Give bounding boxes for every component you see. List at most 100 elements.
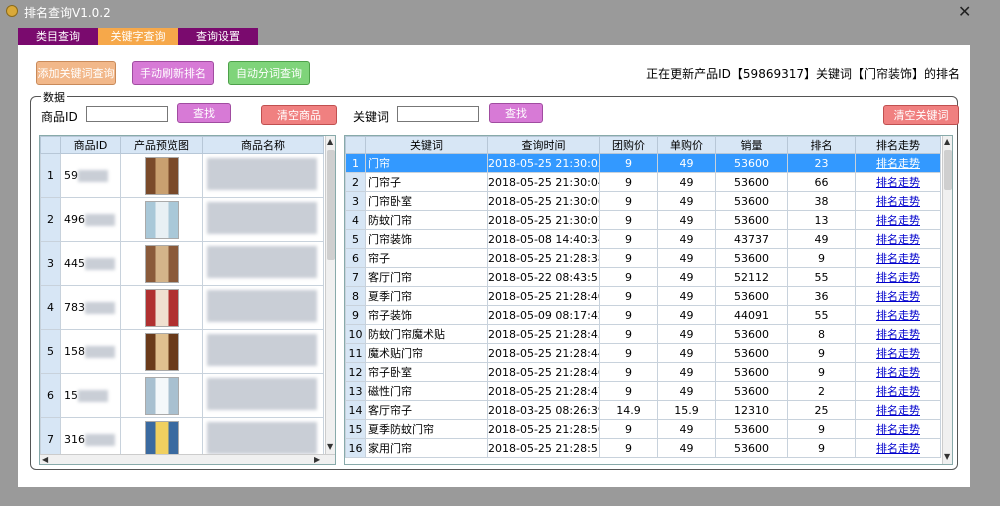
scroll-right-icon[interactable]: ▶ bbox=[314, 455, 320, 464]
rank-trend-link[interactable]: 排名走势 bbox=[876, 404, 920, 417]
rank-cell: 49 bbox=[787, 229, 856, 249]
clear-products-button[interactable]: 清空商品 bbox=[261, 105, 337, 125]
rank-trend-link[interactable]: 排名走势 bbox=[876, 328, 920, 341]
query-time-cell: 2018-05-25 21:28:38 bbox=[487, 248, 600, 268]
single-price-cell: 49 bbox=[657, 267, 716, 287]
group-price-cell: 9 bbox=[599, 438, 658, 458]
table-row[interactable]: 7 客厅门帘 2018-05-22 08:43:51 9 49 52112 55 排名走势 bbox=[345, 267, 941, 287]
single-price-cell: 49 bbox=[657, 324, 716, 344]
col-sales[interactable]: 销量 bbox=[715, 136, 788, 154]
table-row[interactable]: 1 59 bbox=[40, 153, 324, 198]
group-price-cell: 9 bbox=[599, 153, 658, 173]
query-time-cell: 2018-05-25 21:28:44 bbox=[487, 343, 600, 363]
rank-trend-link[interactable]: 排名走势 bbox=[876, 233, 920, 246]
clear-keywords-button[interactable]: 清空关键词 bbox=[883, 105, 959, 125]
manual-refresh-button[interactable]: 手动刷新排名 bbox=[132, 61, 214, 85]
scroll-up-icon[interactable]: ▲ bbox=[327, 137, 333, 146]
product-hscrollbar[interactable]: ◀ ▶ bbox=[40, 454, 335, 464]
table-row[interactable]: 3 445 bbox=[40, 241, 324, 286]
col-product-name[interactable]: 商品名称 bbox=[202, 136, 324, 154]
rank-trend-link[interactable]: 排名走势 bbox=[876, 252, 920, 265]
rank-cell: 55 bbox=[787, 305, 856, 325]
rank-trend-link[interactable]: 排名走势 bbox=[876, 423, 920, 436]
col-keyword[interactable]: 关键词 bbox=[365, 136, 488, 154]
sales-cell: 43737 bbox=[715, 229, 788, 249]
table-row[interactable]: 13 磁性门帘 2018-05-25 21:28:47 9 49 53600 2 排名走势 bbox=[345, 381, 941, 401]
close-icon[interactable]: ✕ bbox=[958, 2, 971, 21]
table-row[interactable]: 4 防蚊门帘 2018-05-25 21:30:07 9 49 53600 13 排名走势 bbox=[345, 210, 941, 230]
query-time-cell: 2018-05-25 21:30:04 bbox=[487, 172, 600, 192]
auto-split-query-button[interactable]: 自动分词查询 bbox=[228, 61, 310, 85]
product-id-cell: 496 bbox=[60, 197, 121, 242]
scroll-down-icon[interactable]: ▼ bbox=[327, 442, 333, 451]
product-grid: 商品ID 产品预览图 商品名称 1 59 2 496 3 445 4 783 5 158 6 15 7 3… bbox=[39, 135, 336, 465]
rank-trend-link[interactable]: 排名走势 bbox=[876, 176, 920, 189]
rank-trend-link[interactable]: 排名走势 bbox=[876, 309, 920, 322]
scroll-up-icon[interactable]: ▲ bbox=[944, 137, 950, 146]
row-number: 2 bbox=[40, 197, 61, 242]
row-number: 1 bbox=[40, 153, 61, 198]
table-row[interactable]: 10 防蚊门帘魔术贴 2018-05-25 21:28:43 9 49 53600 8 排名走… bbox=[345, 324, 941, 344]
rank-trend-link[interactable]: 排名走势 bbox=[876, 157, 920, 170]
col-group-price[interactable]: 团购价 bbox=[599, 136, 658, 154]
keyword-input[interactable] bbox=[397, 106, 479, 122]
table-row[interactable]: 11 魔术贴门帘 2018-05-25 21:28:44 9 49 53600 9 排名走势 bbox=[345, 343, 941, 363]
rank-trend-link[interactable]: 排名走势 bbox=[876, 347, 920, 360]
rank-cell: 66 bbox=[787, 172, 856, 192]
rank-trend-link[interactable]: 排名走势 bbox=[876, 271, 920, 284]
col-query-time[interactable]: 查询时间 bbox=[487, 136, 600, 154]
sales-cell: 53600 bbox=[715, 172, 788, 192]
rank-trend-cell: 排名走势 bbox=[855, 324, 941, 344]
keyword-vscroll-thumb[interactable] bbox=[944, 150, 952, 190]
table-row[interactable]: 4 783 bbox=[40, 285, 324, 330]
scroll-down-icon[interactable]: ▼ bbox=[944, 452, 950, 461]
product-search-button[interactable]: 查找 bbox=[177, 103, 231, 123]
col-rank[interactable]: 排名 bbox=[787, 136, 856, 154]
rank-trend-link[interactable]: 排名走势 bbox=[876, 366, 920, 379]
product-vscrollbar[interactable]: ▲ ▼ bbox=[325, 136, 335, 454]
group-price-cell: 9 bbox=[599, 267, 658, 287]
sales-cell: 53600 bbox=[715, 381, 788, 401]
rank-trend-link[interactable]: 排名走势 bbox=[876, 442, 920, 455]
table-row[interactable]: 9 帘子装饰 2018-05-09 08:17:42 9 49 44091 55 排名走势 bbox=[345, 305, 941, 325]
rank-trend-link[interactable]: 排名走势 bbox=[876, 385, 920, 398]
table-row[interactable]: 15 夏季防蚊门帘 2018-05-25 21:28:50 9 49 53600 9 排名走势 bbox=[345, 419, 941, 439]
table-row[interactable]: 16 家用门帘 2018-05-25 21:28:51 9 49 53600 9 排名走势 bbox=[345, 438, 941, 458]
redacted-block bbox=[207, 378, 317, 410]
col-rank-trend[interactable]: 排名走势 bbox=[855, 136, 941, 154]
row-number: 11 bbox=[345, 343, 366, 363]
col-product-id[interactable]: 商品ID bbox=[60, 136, 121, 154]
group-price-cell: 9 bbox=[599, 172, 658, 192]
table-row[interactable]: 2 门帘子 2018-05-25 21:30:04 9 49 53600 66 排名走势 bbox=[345, 172, 941, 192]
rank-trend-cell: 排名走势 bbox=[855, 153, 941, 173]
rank-trend-link[interactable]: 排名走势 bbox=[876, 195, 920, 208]
keyword-search-button[interactable]: 查找 bbox=[489, 103, 543, 123]
product-id-input[interactable] bbox=[86, 106, 168, 122]
table-row[interactable]: 12 帘子卧室 2018-05-25 21:28:46 9 49 53600 9 排名走势 bbox=[345, 362, 941, 382]
tab-keyword-query[interactable]: 关键字查询 bbox=[98, 28, 178, 45]
rank-trend-link[interactable]: 排名走势 bbox=[876, 290, 920, 303]
col-single-price[interactable]: 单购价 bbox=[657, 136, 716, 154]
product-vscroll-thumb[interactable] bbox=[327, 150, 335, 260]
add-keyword-query-button[interactable]: 添加关键词查询 bbox=[36, 61, 116, 85]
table-row[interactable]: 6 15 bbox=[40, 373, 324, 418]
query-time-cell: 2018-03-25 08:26:39 bbox=[487, 400, 600, 420]
single-price-cell: 49 bbox=[657, 419, 716, 439]
product-name-cell bbox=[202, 197, 324, 242]
scroll-left-icon[interactable]: ◀ bbox=[42, 455, 48, 464]
table-row[interactable]: 2 496 bbox=[40, 197, 324, 242]
tab-query-settings[interactable]: 查询设置 bbox=[178, 28, 258, 45]
table-row[interactable]: 14 客厅帘子 2018-03-25 08:26:39 14.9 15.9 12310 25… bbox=[345, 400, 941, 420]
rank-trend-link[interactable]: 排名走势 bbox=[876, 214, 920, 227]
table-row[interactable]: 8 夏季门帘 2018-05-25 21:28:40 9 49 53600 36 排名走势 bbox=[345, 286, 941, 306]
table-row[interactable]: 5 门帘装饰 2018-05-08 14:40:34 9 49 43737 49 排名走势 bbox=[345, 229, 941, 249]
table-row[interactable]: 3 门帘卧室 2018-05-25 21:30:06 9 49 53600 38 排名走势 bbox=[345, 191, 941, 211]
rank-trend-cell: 排名走势 bbox=[855, 362, 941, 382]
table-row[interactable]: 6 帘子 2018-05-25 21:28:38 9 49 53600 9 排名走势 bbox=[345, 248, 941, 268]
keyword-vscrollbar[interactable]: ▲ ▼ bbox=[942, 136, 952, 464]
tab-category-query[interactable]: 类目查询 bbox=[18, 28, 98, 45]
table-row[interactable]: 5 158 bbox=[40, 329, 324, 374]
table-row[interactable]: 1 门帘 2018-05-25 21:30:03 9 49 53600 23 排名走势 bbox=[345, 153, 941, 173]
rank-trend-cell: 排名走势 bbox=[855, 191, 941, 211]
col-product-preview[interactable]: 产品预览图 bbox=[120, 136, 203, 154]
